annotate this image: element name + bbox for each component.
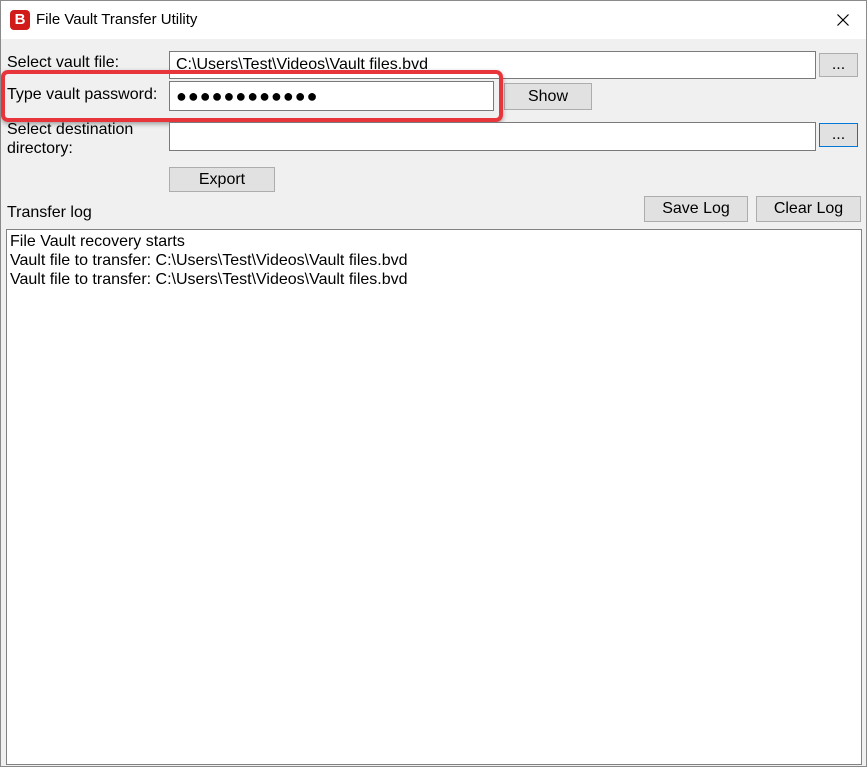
close-icon xyxy=(837,14,849,26)
window-title: File Vault Transfer Utility xyxy=(36,11,198,28)
app-logo-icon: B xyxy=(10,10,30,30)
destination-label-line2: directory: xyxy=(7,140,73,157)
log-line: File Vault recovery starts xyxy=(10,233,185,250)
close-button[interactable] xyxy=(819,1,866,39)
password-masked-value: ●●●●●●●●●●●● xyxy=(176,86,319,106)
export-button[interactable]: Export xyxy=(169,167,275,192)
vault-file-label: Select vault file: xyxy=(7,54,120,71)
password-input[interactable]: ●●●●●●●●●●●● xyxy=(169,81,494,111)
title-bar: B File Vault Transfer Utility xyxy=(1,1,866,39)
destination-label-line1: Select destination xyxy=(7,121,134,138)
clear-log-button[interactable]: Clear Log xyxy=(756,196,861,222)
vault-file-input[interactable]: C:\Users\Test\Videos\Vault files.bvd xyxy=(169,51,816,79)
vault-file-browse-button[interactable]: ... xyxy=(819,53,858,77)
log-line: Vault file to transfer: C:\Users\Test\Vi… xyxy=(10,252,408,269)
transfer-log-label: Transfer log xyxy=(7,204,92,221)
save-log-button[interactable]: Save Log xyxy=(644,196,748,222)
destination-directory-input[interactable] xyxy=(169,122,816,151)
log-line: Vault file to transfer: C:\Users\Test\Vi… xyxy=(10,271,408,288)
show-password-button[interactable]: Show xyxy=(504,83,592,110)
file-vault-transfer-window: B File Vault Transfer Utility Select vau… xyxy=(0,0,867,767)
transfer-log-textarea[interactable]: File Vault recovery starts Vault file to… xyxy=(6,229,862,765)
destination-browse-button[interactable]: ... xyxy=(819,123,858,147)
password-label: Type vault password: xyxy=(7,86,158,103)
